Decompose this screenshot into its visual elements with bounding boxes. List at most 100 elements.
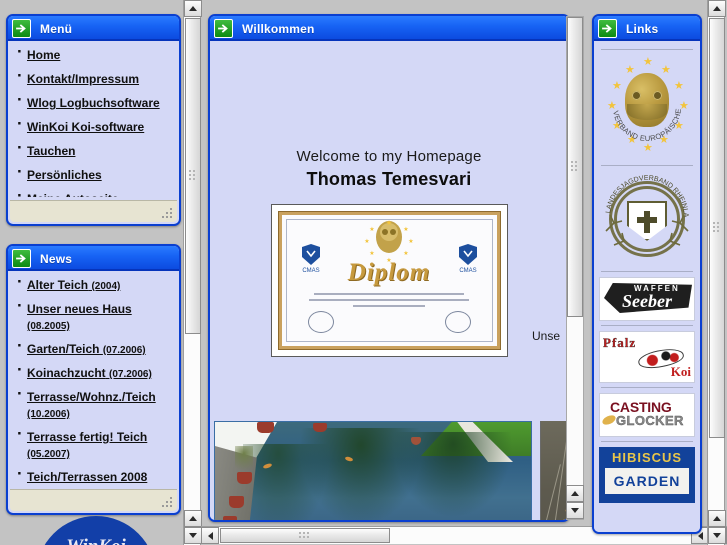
koi-pond-photo [214,421,532,520]
list-item: Tauchen [14,140,173,159]
casting-glocker-logo[interactable]: CASTING GLOCKER [599,393,695,437]
welcome-block: Welcome to my Homepage Thomas Temesvari … [210,41,568,357]
scroll-down-button-2[interactable] [184,527,202,544]
hibiscus-wordmark: HIBISCUS GARDEN [599,447,695,503]
seeber-wordmark: WAFFEN Seeber [600,278,694,320]
divider [601,387,693,388]
owner-name: Thomas Temesvari [306,169,472,189]
logo-arc-text: VERBAND EUROPÄISCHER SPORTTAUCHER [599,55,683,143]
news-panel-header: News [8,246,179,271]
svg-text:★: ★ [369,226,374,233]
chevron-up-icon [571,491,579,496]
scroll-down-button[interactable] [708,527,726,544]
scrollbar-thumb[interactable] [185,18,201,334]
menu-link-winkoi[interactable]: WinKoi Koi-software [27,120,144,134]
diploma-image: ★ ★ ★ ★ ★ ★ ★ ★ CMAS CMAS Diplom [270,204,508,357]
verband-europaeischer-sporttaucher-logo[interactable]: ★ ★ ★ ★ ★ ★ ★ ★ ★ ★ ★ ★ VERBAND EUROPÄIS… [599,55,695,161]
scroll-up-button[interactable] [708,0,726,17]
news-link-neues-haus[interactable]: Unser neues Haus (08.2005) [27,302,132,332]
svg-text:★: ★ [408,238,413,245]
hibiscus-garden-logo[interactable]: HIBISCUS GARDEN [599,447,695,503]
news-panel-title: News [40,251,73,266]
chevron-down-icon [571,508,579,513]
scroll-left-button[interactable] [201,527,219,544]
main-content-scrollbar[interactable] [566,16,584,520]
menu-link-autoseite[interactable]: Meine Autoseite [27,192,119,197]
photo-flower-pot [313,423,327,432]
winkoi-logo-text: WinKoi [36,536,156,545]
news-panel-footer [10,489,177,511]
hunting-crest-icon: LANDESJAGDVERBAND RHEINLAND-PFALZ [600,171,694,267]
pfalz-koi-logo[interactable]: Pfalz Koi [599,331,695,383]
svg-text:★: ★ [403,250,408,257]
menu-link-kontakt[interactable]: Kontakt/Impressum [27,72,139,86]
list-item: Alter Teich (2004) [14,274,173,294]
scroll-up-button[interactable] [184,0,202,17]
photo-flower-pot [237,472,252,484]
photo-flower-pot [223,516,237,520]
diploma-inner-border: ★ ★ ★ ★ ★ ★ ★ ★ CMAS CMAS Diplom [277,211,501,350]
pfalz-koi-wordmark: Pfalz Koi [600,332,694,382]
menu-panel-footer [10,200,177,222]
menu-panel-header: Menü [8,16,179,41]
menu-link-tauchen[interactable]: Tauchen [27,144,75,158]
scroll-down-button[interactable] [566,502,584,519]
green-arrow-icon [12,249,31,268]
divider [601,165,693,166]
garden-text: GARDEN [613,473,681,489]
scrollbar-thumb[interactable] [567,17,583,317]
list-item: Garten/Teich (07.2006) [14,338,173,358]
news-panel: News Alter Teich (2004) Unser neues Haus… [6,244,181,515]
left-column-scrollbar[interactable] [183,0,202,545]
svg-text:★: ★ [369,250,374,257]
news-link-koinachzucht[interactable]: Koinachzucht (07.2006) [27,366,152,380]
thumb-grip-icon [571,161,579,173]
main-panel-title: Willkommen [242,21,315,36]
links-panel: Links ★ ★ ★ ★ ★ ★ ★ ★ ★ ★ ★ ★ VERBAND EU… [592,14,702,534]
scroll-down-button[interactable] [184,510,202,527]
list-item: Kontakt/Impressum [14,68,173,87]
news-link-garten-teich[interactable]: Garten/Teich (07.2006) [27,342,146,356]
resize-grip-icon[interactable] [162,208,173,219]
menu-panel-body: Home Kontakt/Impressum Wlog Logbuchsoftw… [8,41,179,197]
links-column-scrollbar[interactable] [707,0,726,545]
svg-text:CMAS: CMAS [302,268,319,273]
diploma-heading: Diplom [347,259,431,286]
menu-link-wlog[interactable]: Wlog Logbuchsoftware [27,96,160,110]
scroll-up-button[interactable] [566,485,584,502]
divider [601,49,693,50]
menu-link-home[interactable]: Home [27,48,60,62]
diploma-stamp-right [444,311,471,333]
menu-link-persoenliches[interactable]: Persönliches [27,168,102,182]
fishing-lure-icon [600,413,618,427]
seeber-title: Seeber [622,291,672,311]
svg-text:★: ★ [364,238,369,245]
news-link-alter-teich[interactable]: Alter Teich (2004) [27,278,120,292]
resize-grip-icon[interactable] [162,497,173,508]
list-item: Persönliches [14,164,173,183]
photo-reflection [243,444,331,520]
links-panel-title: Links [626,21,659,36]
waffen-seeber-logo[interactable]: WAFFEN Seeber [599,277,695,321]
links-panel-header: Links [594,16,700,41]
chevron-down-icon [713,533,721,538]
menu-list: Home Kontakt/Impressum Wlog Logbuchsoftw… [14,44,173,197]
scroll-up-button-2[interactable] [708,510,726,527]
green-arrow-icon [214,19,233,38]
garden-photo [540,421,568,520]
news-link-terrasse-fertig[interactable]: Terrasse fertig! Teich (05.2007) [27,430,147,460]
news-link-terrasse-wohnz[interactable]: Terrasse/Wohnz./Teich (10.2006) [27,390,156,420]
diploma-stamp-left [307,311,334,333]
thumb-grip-icon [713,222,721,234]
hscrollbar-thumb[interactable] [220,528,390,543]
pfalz-text: Pfalz [603,335,637,350]
photo-reflection [393,432,513,518]
casting-wordmark: CASTING GLOCKER [600,394,694,436]
scrollbar-thumb[interactable] [709,18,725,438]
chevron-up-icon [713,516,721,521]
landesjagdverband-rheinland-pfalz-logo[interactable]: LANDESJAGDVERBAND RHEINLAND-PFALZ [599,171,695,267]
svg-text:VERBAND EUROPÄISCHER SPORTTAUC: VERBAND EUROPÄISCHER SPORTTAUCHER [599,55,683,143]
photo-flower-pot [257,422,274,433]
news-list: Alter Teich (2004) Unser neues Haus (08.… [14,274,173,486]
news-link-teich-terrassen-2008[interactable]: Teich/Terrassen 2008 (05.2008) [27,470,147,486]
